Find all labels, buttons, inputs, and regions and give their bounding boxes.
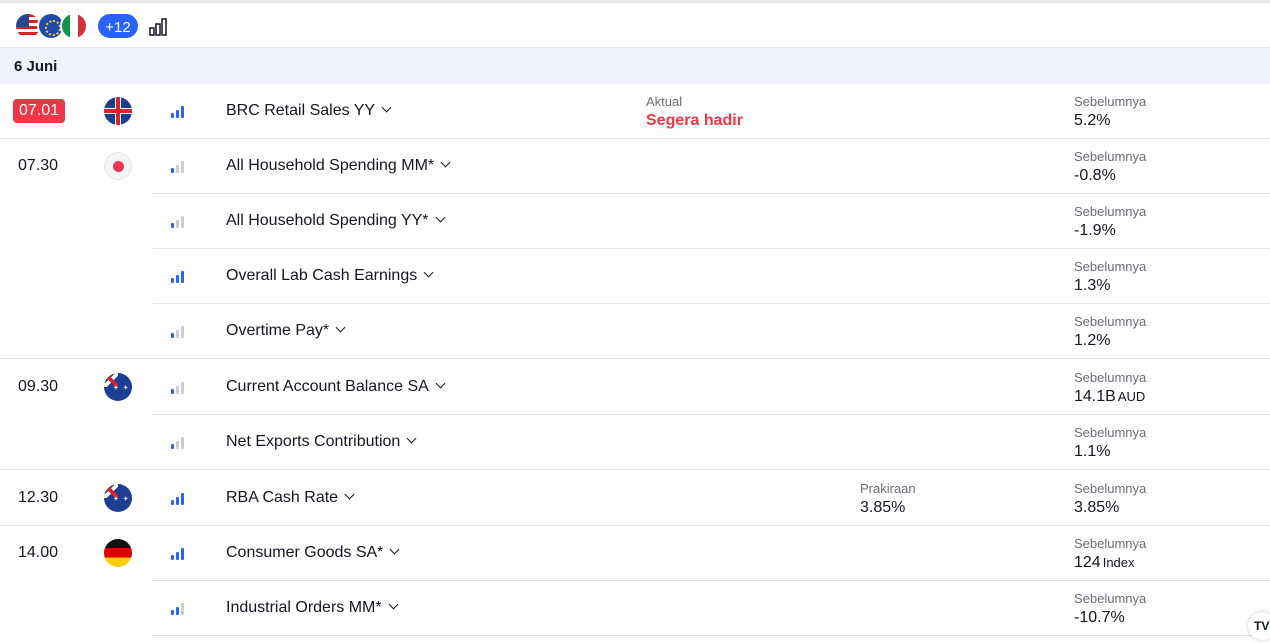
event-row[interactable]: Industrial Orders MM* Sebelumnya -10.7% [152, 581, 1270, 636]
importance-high-icon [171, 271, 185, 283]
chevron-down-icon[interactable] [440, 157, 451, 168]
event-row[interactable]: Overtime Pay* Sebelumnya 1.2% [0, 304, 1270, 359]
event-name[interactable]: BRC Retail Sales YY [226, 102, 392, 120]
importance-high-icon [171, 493, 185, 505]
previous-label: Sebelumnya [1074, 149, 1147, 164]
event-row[interactable]: Net Exports Contribution Sebelumnya 1.1% [0, 415, 1270, 470]
chevron-down-icon[interactable] [335, 322, 346, 333]
event-row[interactable]: 07.30 All Household Spending MM* Sebelum… [18, 139, 1270, 194]
chevron-down-icon[interactable] [435, 212, 445, 223]
previous-value: 5.2% [1074, 112, 1111, 129]
previous-label: Sebelumnya [1074, 314, 1147, 329]
previous-label: Sebelumnya [1074, 94, 1147, 109]
event-name[interactable]: RBA Cash Rate [226, 489, 355, 507]
importance-low-icon [171, 326, 185, 338]
event-row[interactable]: 09.30 Current Account Balance SA Sebelum… [18, 360, 1270, 415]
importance-medium-icon [171, 603, 185, 615]
event-name[interactable]: All Household Spending YY* [226, 212, 445, 230]
previous-value: -10.7% [1074, 609, 1125, 626]
previous-label: Sebelumnya [1074, 481, 1147, 496]
previous-label: Sebelumnya [1074, 259, 1147, 274]
event-row[interactable]: 12.30 RBA Cash Rate Prakiraan 3.85% Sebe… [0, 471, 1270, 526]
event-row[interactable]: 14.00 Consumer Goods SA* Sebelumnya 124 I… [18, 526, 1270, 581]
event-name[interactable]: Overtime Pay* [226, 322, 346, 340]
event-row[interactable]: Overall Lab Cash Earnings Sebelumnya 1.3… [152, 249, 1270, 304]
gb-flag-icon [104, 97, 132, 125]
actual-value: Segera hadir [646, 112, 743, 129]
event-time: 12.30 [18, 489, 59, 506]
tradingview-logo: TV [1248, 612, 1270, 640]
previous-label: Sebelumnya [1074, 425, 1147, 440]
previous-value: 1.3% [1074, 277, 1111, 294]
event-name[interactable]: Current Account Balance SA [226, 378, 446, 396]
previous-unit: Index [1102, 555, 1135, 570]
previous-label: Sebelumnya [1074, 536, 1147, 551]
chevron-down-icon[interactable] [344, 489, 355, 500]
event-row[interactable]: 07.01 BRC Retail Sales YY Aktual Segera … [0, 84, 1270, 139]
previous-label: Sebelumnya [1074, 370, 1147, 385]
previous-label: Sebelumnya [1074, 591, 1147, 606]
previous-value: -0.8% [1074, 167, 1116, 184]
chevron-down-icon[interactable] [389, 544, 400, 555]
importance-low-icon [171, 382, 185, 394]
bar-chart-icon[interactable] [148, 17, 168, 37]
event-time-live: 07.01 [13, 99, 66, 123]
event-name[interactable]: Net Exports Contribution [226, 433, 417, 451]
previous-value: 124 Index [1074, 554, 1135, 571]
toolbar: +12 [0, 0, 1270, 48]
forecast-label: Prakiraan [860, 481, 916, 496]
au-flag-icon [104, 484, 132, 512]
jp-flag-icon [104, 152, 132, 180]
previous-unit: AUD [1117, 389, 1146, 404]
importance-low-icon [171, 161, 185, 173]
importance-low-icon [171, 216, 185, 228]
chevron-down-icon[interactable] [381, 102, 392, 113]
more-countries-badge[interactable]: +12 [96, 12, 140, 40]
previous-value: 1.1% [1074, 443, 1111, 460]
event-row[interactable]: All Household Spending YY* Sebelumnya -1… [152, 194, 1270, 249]
event-time: 09.30 [18, 378, 59, 395]
actual-label: Aktual [646, 94, 683, 109]
event-name[interactable]: Overall Lab Cash Earnings [226, 267, 434, 285]
chevron-down-icon[interactable] [423, 267, 434, 278]
country-filter[interactable]: +12 [14, 12, 140, 40]
event-name[interactable]: All Household Spending MM* [226, 157, 451, 175]
previous-value: 14.1B AUD [1074, 388, 1146, 405]
au-flag-icon [104, 373, 132, 401]
event-name[interactable]: Consumer Goods SA* [226, 544, 400, 562]
it-flag-icon[interactable] [60, 12, 88, 40]
date-label: 6 Juni [14, 58, 58, 75]
chevron-down-icon[interactable] [435, 378, 446, 389]
event-time: 07.30 [18, 157, 59, 174]
chevron-down-icon[interactable] [406, 433, 417, 444]
previous-label: Sebelumnya [1074, 204, 1147, 219]
event-name[interactable]: Industrial Orders MM* [226, 599, 399, 617]
previous-value: -1.9% [1074, 222, 1116, 239]
importance-high-icon [171, 548, 185, 560]
importance-low-icon [171, 437, 185, 449]
previous-value: 1.2% [1074, 332, 1111, 349]
event-time: 14.00 [18, 544, 59, 561]
de-flag-icon [104, 539, 132, 567]
importance-high-icon [171, 106, 185, 118]
chevron-down-icon[interactable] [388, 599, 399, 610]
date-header: 6 Juni [0, 48, 1270, 84]
forecast-value: 3.85% [860, 499, 906, 516]
previous-value: 3.85% [1074, 499, 1120, 516]
